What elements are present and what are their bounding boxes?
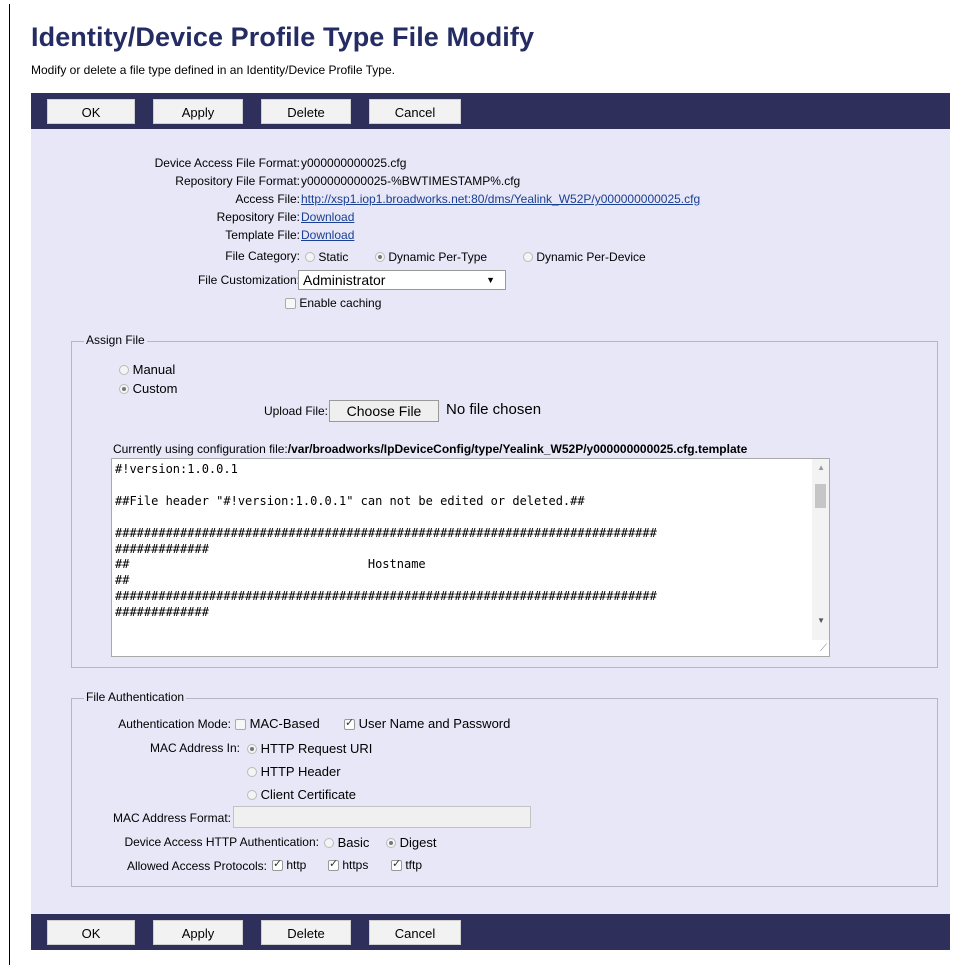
radio-icon: [324, 838, 334, 848]
file-category-static[interactable]: Static: [305, 250, 348, 264]
allowed-protocols-label: Allowed Access Protocols:: [126, 859, 267, 873]
repository-file-label: Repository File:: [216, 210, 300, 224]
assign-custom-option[interactable]: Custom: [119, 381, 177, 396]
radio-selected-icon: [386, 838, 396, 848]
delete-button[interactable]: Delete: [261, 99, 351, 124]
file-authentication-legend: File Authentication: [84, 690, 187, 704]
mac-in-http-header-option[interactable]: HTTP Header: [247, 764, 341, 779]
currently-using-prefix: Currently using configuration file:: [113, 442, 288, 456]
mac-in-client-certificate-label: Client Certificate: [260, 787, 356, 802]
mac-address-format-input[interactable]: [233, 806, 531, 828]
access-file-label: Access File:: [235, 192, 300, 206]
http-auth-digest-label: Digest: [399, 835, 437, 850]
mac-based-option[interactable]: MAC-Based: [235, 716, 320, 731]
mac-based-label: MAC-Based: [249, 716, 320, 731]
dropdown-arrow-icon: ▼: [486, 275, 495, 285]
upload-file-label: Upload File:: [263, 404, 328, 418]
user-pass-label: User Name and Password: [358, 716, 511, 731]
repository-format-label: Repository File Format:: [175, 174, 300, 188]
config-file-editor[interactable]: #!version:1.0.0.1 ##File header "#!versi…: [111, 458, 830, 657]
enable-caching-label: Enable caching: [299, 296, 382, 310]
cancel-button[interactable]: Cancel: [369, 99, 461, 124]
template-file-label: Template File:: [225, 228, 300, 242]
assign-manual-label: Manual: [132, 362, 176, 377]
repository-format-value: y000000000025-%BWTIMESTAMP%.cfg: [301, 174, 521, 188]
protocol-https-label: https: [342, 858, 369, 872]
page-title: Identity/Device Profile Type File Modify: [31, 22, 535, 52]
radio-icon: [247, 790, 257, 800]
checkbox-icon: [235, 719, 246, 730]
bottom-button-bar: OK Apply Delete Cancel: [31, 914, 950, 950]
mac-in-http-header-label: HTTP Header: [260, 764, 341, 779]
checkbox-checked-icon: [391, 857, 402, 871]
mac-in-request-uri-option[interactable]: HTTP Request URI: [247, 741, 372, 756]
assign-custom-label: Custom: [132, 381, 178, 396]
file-customization-label: File Customization:: [197, 273, 300, 287]
file-category-dynamic-per-type[interactable]: Dynamic Per-Type: [375, 250, 487, 264]
page-subtitle: Modify or delete a file type defined in …: [31, 63, 395, 77]
protocol-tftp-option[interactable]: tftp: [391, 857, 423, 872]
auth-mode-label: Authentication Mode:: [118, 717, 231, 731]
top-button-bar: OK Apply Delete Cancel: [31, 93, 950, 129]
checkbox-icon: [285, 298, 296, 309]
scrollbar-thumb[interactable]: [815, 484, 826, 508]
mac-in-client-certificate-option[interactable]: Client Certificate: [247, 787, 356, 802]
assign-manual-option[interactable]: Manual: [119, 362, 175, 377]
access-file-link[interactable]: http://xsp1.iop1.broadworks.net:80/dms/Y…: [301, 192, 700, 206]
repository-file-download-link[interactable]: Download: [301, 210, 354, 224]
assign-file-legend: Assign File: [84, 333, 147, 347]
device-access-value: y000000000025.cfg: [301, 156, 407, 170]
currently-using-path: /var/broadworks/IpDeviceConfig/type/Yeal…: [287, 442, 748, 456]
http-auth-label: Device Access HTTP Authentication:: [124, 835, 319, 849]
checkbox-checked-icon: [328, 857, 339, 871]
radio-selected-icon: [375, 252, 385, 262]
config-file-content: #!version:1.0.0.1 ##File header "#!versi…: [115, 462, 657, 620]
protocol-tftp-label: tftp: [405, 858, 423, 872]
mac-in-request-uri-label: HTTP Request URI: [260, 741, 373, 756]
scroll-down-arrow-icon[interactable]: ▼: [817, 616, 825, 625]
mac-address-format-label: MAC Address Format:: [112, 811, 231, 825]
radio-icon: [247, 767, 257, 777]
ok-button[interactable]: OK: [47, 920, 135, 945]
radio-selected-icon: [247, 744, 257, 754]
file-customization-value: Administrator: [303, 272, 386, 288]
mac-address-in-label: MAC Address In:: [149, 741, 240, 755]
device-access-label: Device Access File Format:: [154, 156, 300, 170]
radio-icon: [119, 365, 129, 375]
editor-scrollbar[interactable]: ▲ ▼: [812, 459, 829, 640]
apply-button[interactable]: Apply: [153, 99, 243, 124]
protocol-http-option[interactable]: http: [272, 857, 307, 872]
http-auth-digest-option[interactable]: Digest: [386, 835, 436, 850]
file-category-static-label: Static: [318, 250, 349, 264]
file-customization-select[interactable]: Administrator ▼: [298, 270, 506, 290]
file-category-dynamic-per-type-label: Dynamic Per-Type: [388, 250, 488, 264]
no-file-chosen-text: No file chosen: [446, 401, 542, 418]
scroll-up-arrow-icon[interactable]: ▲: [817, 463, 825, 472]
cancel-button[interactable]: Cancel: [369, 920, 461, 945]
resize-handle-icon[interactable]: ⟋: [820, 643, 827, 654]
http-auth-basic-option[interactable]: Basic: [324, 835, 369, 850]
radio-selected-icon: [119, 384, 129, 394]
page-left-border: [9, 4, 10, 965]
checkbox-checked-icon: [272, 857, 283, 871]
delete-button[interactable]: Delete: [261, 920, 351, 945]
http-auth-basic-label: Basic: [337, 835, 370, 850]
protocol-https-option[interactable]: https: [328, 857, 369, 872]
enable-caching-option[interactable]: Enable caching: [285, 296, 381, 310]
currently-using-text: Currently using configuration file:/var/…: [113, 442, 747, 456]
user-pass-option[interactable]: User Name and Password: [344, 716, 510, 731]
template-file-download-link[interactable]: Download: [301, 228, 354, 242]
file-category-dynamic-per-device[interactable]: Dynamic Per-Device: [523, 250, 646, 264]
radio-icon: [305, 252, 315, 262]
choose-file-button[interactable]: Choose File: [329, 400, 439, 422]
file-category-dynamic-per-device-label: Dynamic Per-Device: [536, 250, 646, 264]
apply-button[interactable]: Apply: [153, 920, 243, 945]
checkbox-checked-icon: [344, 716, 355, 730]
radio-icon: [523, 252, 533, 262]
ok-button[interactable]: OK: [47, 99, 135, 124]
file-category-label: File Category:: [225, 249, 300, 263]
protocol-http-label: http: [286, 858, 307, 872]
